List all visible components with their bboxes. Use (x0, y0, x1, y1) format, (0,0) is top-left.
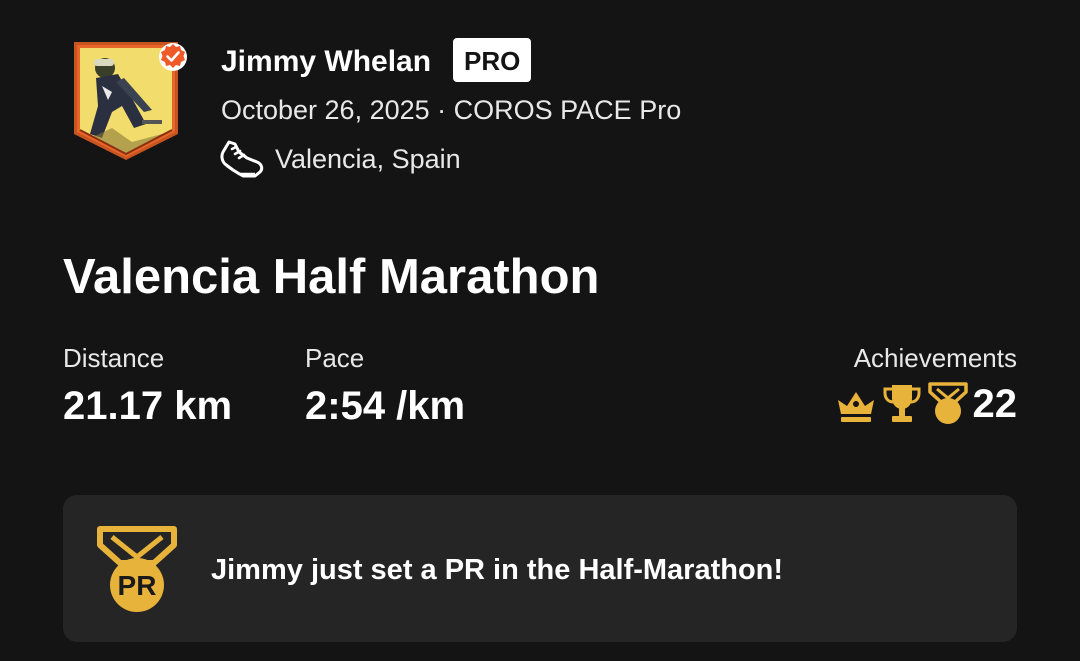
achievements-row[interactable]: 22 (831, 378, 1018, 430)
pro-badge: PRO (453, 38, 532, 82)
meta-separator: · (429, 95, 454, 125)
distance-label: Distance (63, 343, 165, 373)
distance-stat: Distance 21.17 km (63, 340, 232, 432)
pace-label: Pace (305, 343, 365, 373)
medal-icon (927, 382, 968, 424)
trophy-icon (883, 385, 920, 422)
activity-date: October 26, 2025 (221, 95, 430, 125)
crown-icon (837, 392, 874, 422)
pr-message: Jimmy just set a PR in the Half-Marathon… (211, 554, 784, 586)
pr-card[interactable]: PR Jimmy just set a PR in the Half-Marat… (63, 495, 1017, 642)
device-name: COROS PACE Pro (453, 95, 682, 125)
achievements-count: 22 (972, 382, 1018, 426)
location-text: Valencia, Spain (275, 143, 461, 174)
activity-meta: October 26, 2025 · COROS PACE Pro (221, 92, 681, 128)
activity-page: Jimmy Whelan PRO October 26, 2025 · CORO… (0, 0, 1080, 661)
achievements-stat[interactable]: Achievements 22 (831, 340, 1018, 430)
running-shoe-icon (220, 140, 264, 178)
athlete-avatar[interactable] (72, 42, 187, 162)
pr-medal-icon: PR (97, 526, 177, 612)
pr-medal-text: PR (118, 570, 157, 601)
activity-title[interactable]: Valencia Half Marathon (63, 246, 599, 308)
pace-value: 2:54 /km (305, 384, 466, 428)
verified-check-icon (159, 43, 187, 71)
achievements-label: Achievements (853, 343, 1017, 373)
distance-value: 21.17 km (63, 384, 233, 428)
athlete-name[interactable]: Jimmy Whelan (221, 40, 431, 84)
location-row: Valencia, Spain (219, 138, 461, 180)
pace-stat: Pace 2:54 /km (305, 340, 465, 432)
